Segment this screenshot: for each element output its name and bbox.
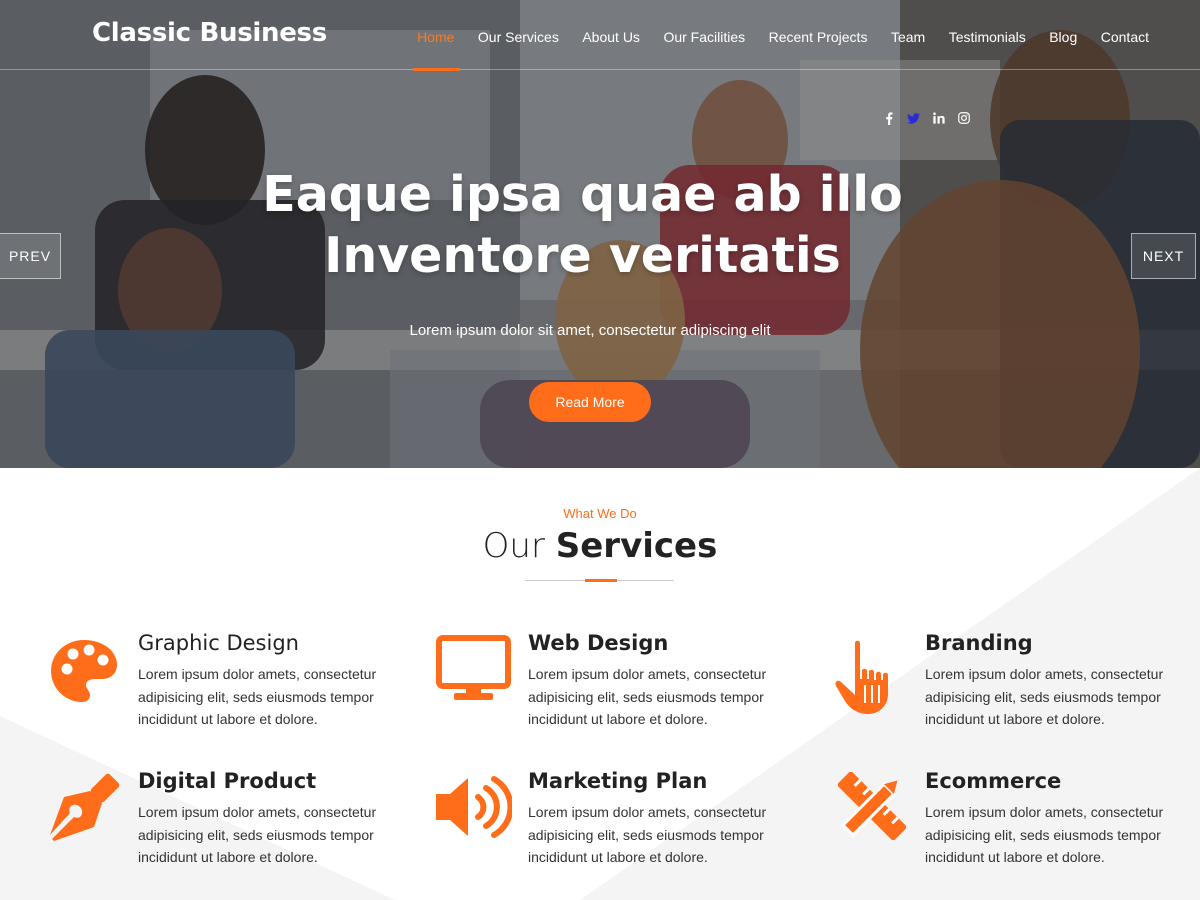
- site-logo[interactable]: Classic Business: [92, 18, 327, 48]
- service-title-web-design: Web Design: [528, 631, 669, 655]
- nav-item-blog[interactable]: Blog: [1049, 0, 1077, 70]
- nav-item-recent-projects[interactable]: Recent Projects: [769, 0, 868, 70]
- monitor-icon: [436, 635, 511, 700]
- twitter-icon[interactable]: [901, 110, 926, 126]
- service-desc-graphic-design: Lorem ipsum dolor amets, consectetur adi…: [138, 666, 377, 727]
- section-title-bold: Services: [555, 526, 718, 566]
- nav-item-about-us[interactable]: About Us: [582, 0, 640, 70]
- nav-item-our-services[interactable]: Our Services: [478, 0, 559, 70]
- nav-item-testimonials[interactable]: Testimonials: [949, 0, 1026, 70]
- hero-subtitle: Lorem ipsum dolor sit amet, consectetur …: [409, 322, 771, 339]
- service-title-digital-product: Digital Product: [138, 769, 317, 793]
- palette-icon: [51, 640, 117, 702]
- nav-item-team[interactable]: Team: [891, 0, 925, 70]
- linkedin-icon[interactable]: [926, 110, 951, 126]
- pointer-hand-icon: [835, 640, 888, 714]
- hero-title: Eaque ipsa quae ab illo Inventore verita…: [0, 164, 1165, 286]
- pen-nib-icon: [50, 773, 120, 841]
- nav-item-our-facilities[interactable]: Our Facilities: [663, 0, 745, 70]
- nav-item-contact[interactable]: Contact: [1101, 0, 1149, 70]
- nav-item-home[interactable]: Home: [413, 0, 461, 71]
- read-more-button[interactable]: Read More: [529, 382, 651, 422]
- service-title-branding: Branding: [925, 631, 1033, 655]
- service-desc-branding: Lorem ipsum dolor amets, consectetur adi…: [925, 666, 1164, 727]
- main-menu: Home Our Services About Us Our Facilitie…: [394, 0, 1149, 71]
- top-navbar: Classic Business Home Our Services About…: [0, 0, 1200, 71]
- service-desc-web-design: Lorem ipsum dolor amets, consectetur adi…: [528, 666, 767, 727]
- service-title-ecommerce: Ecommerce: [925, 769, 1062, 793]
- services-section: What We Do Our Services Graphic Design L…: [0, 468, 1200, 900]
- hero-slider: Classic Business Home Our Services About…: [0, 0, 1200, 468]
- service-desc-digital-product: Lorem ipsum dolor amets, consectetur adi…: [138, 804, 377, 865]
- hero-title-line-2: Inventore veritatis: [324, 227, 841, 284]
- service-title-marketing-plan: Marketing Plan: [528, 769, 708, 793]
- service-desc-ecommerce: Lorem ipsum dolor amets, consectetur adi…: [925, 804, 1164, 865]
- hero-title-line-1: Eaque ipsa quae ab illo: [262, 166, 903, 223]
- pencil-ruler-icon: [838, 772, 906, 840]
- service-title-graphic-design: Graphic Design: [138, 631, 299, 655]
- speaker-icon: [436, 776, 512, 838]
- service-desc-marketing-plan: Lorem ipsum dolor amets, consectetur adi…: [528, 804, 767, 865]
- facebook-icon[interactable]: [876, 110, 901, 126]
- section-title-light: Our: [482, 526, 545, 566]
- instagram-icon[interactable]: [951, 110, 976, 126]
- title-divider-accent: [585, 579, 617, 582]
- social-links: [876, 110, 976, 126]
- section-eyebrow: What We Do: [563, 506, 637, 521]
- section-title: Our Services: [0, 526, 1200, 566]
